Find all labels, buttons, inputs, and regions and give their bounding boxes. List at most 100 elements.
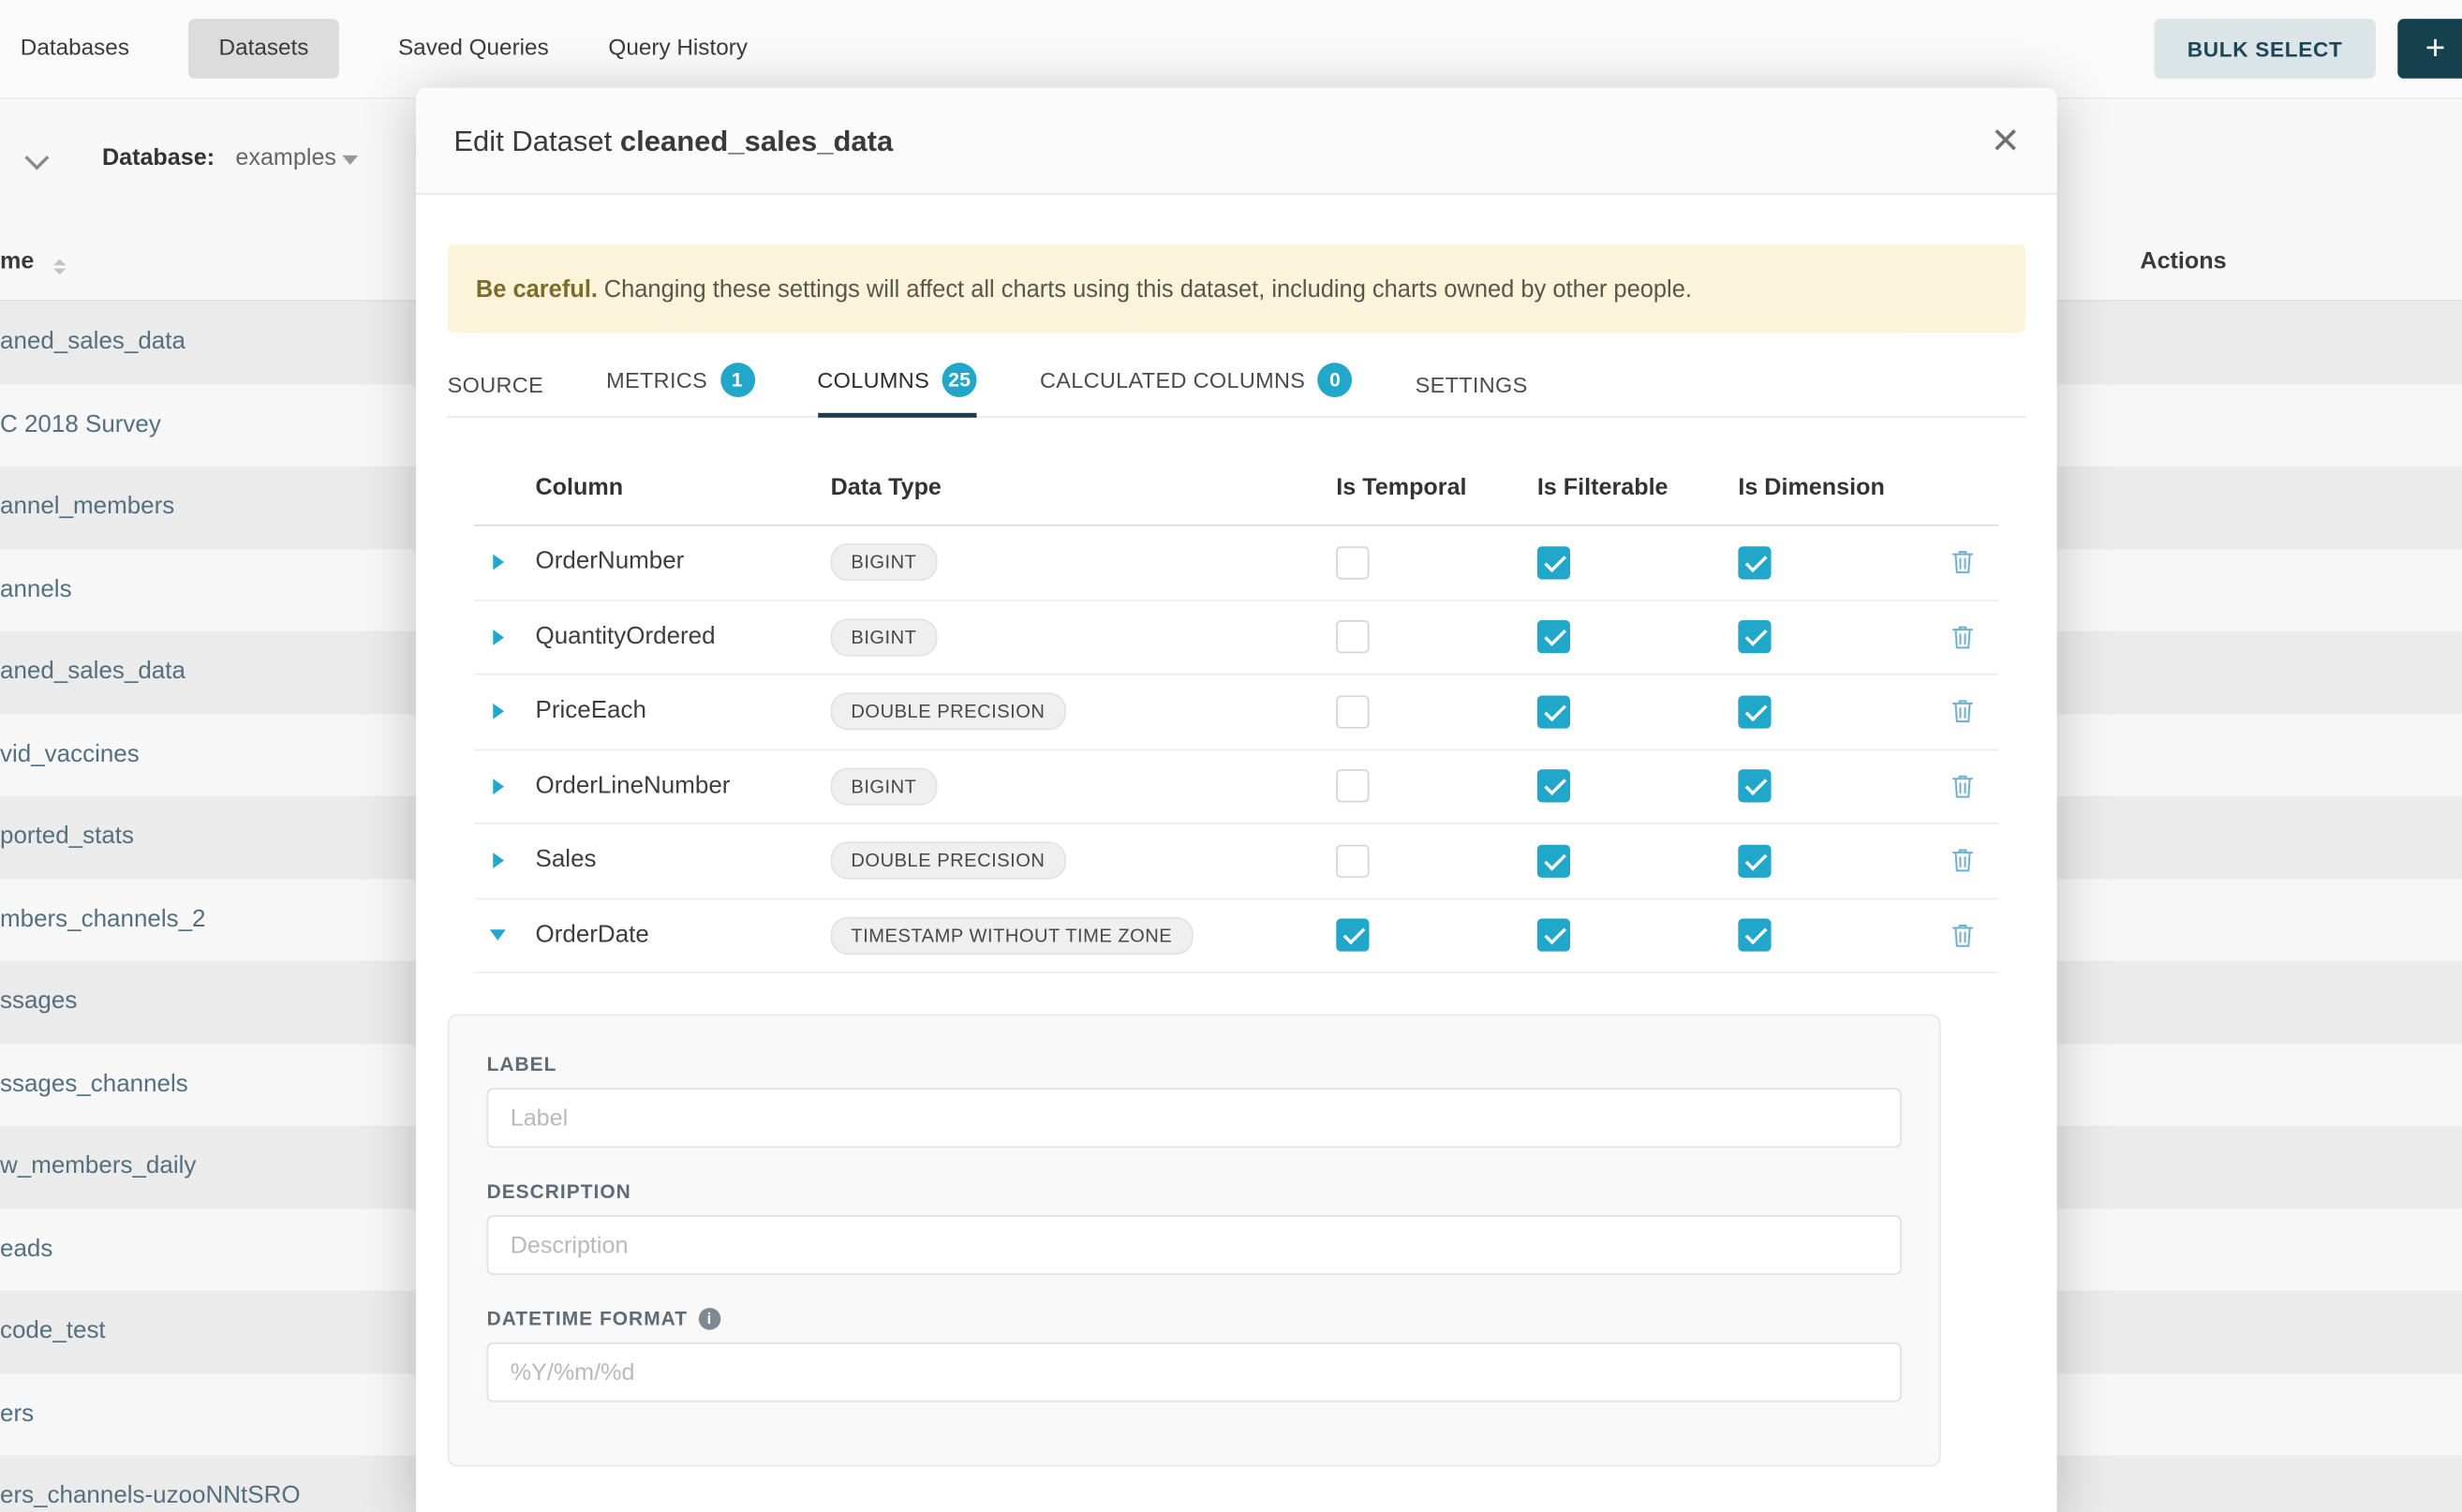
delete-column-icon[interactable] — [1950, 923, 1972, 948]
warning-bold-text: Be careful. — [476, 275, 598, 302]
field-label-text: DATETIME FORMAT — [487, 1308, 688, 1329]
data-type-pill: TIMESTAMP WITHOUT TIME ZONE — [831, 916, 1193, 954]
is-temporal-checkbox[interactable] — [1336, 919, 1369, 952]
name-column-header[interactable]: me — [0, 248, 34, 274]
nav-tab-query-history[interactable]: Query History — [608, 19, 748, 79]
label-field-group: LABEL — [487, 1054, 1902, 1149]
dataset-name-link[interactable]: code_test — [0, 1318, 106, 1346]
edit-dataset-modal: Edit Dataset cleaned_sales_data × Be car… — [416, 88, 2056, 1512]
field-label-text: LABEL — [487, 1054, 557, 1075]
is-filterable-checkbox[interactable] — [1537, 770, 1570, 803]
chevron-down-icon[interactable] — [342, 156, 358, 165]
field-label-text: DESCRIPTION — [487, 1180, 631, 1202]
columns-table: Column Data Type Is Temporal Is Filterab… — [474, 449, 1998, 973]
top-nav: Databases Datasets Saved Queries Query H… — [0, 0, 2462, 99]
table-row: PriceEach DOUBLE PRECISION — [474, 675, 1998, 750]
is-filterable-checkbox[interactable] — [1537, 844, 1570, 877]
expand-caret-icon[interactable] — [492, 778, 503, 794]
datetime-format-field-group: DATETIME FORMAT i — [487, 1308, 1902, 1402]
nav-tabs: Databases Datasets Saved Queries Query H… — [0, 0, 2462, 97]
delete-column-icon[interactable] — [1950, 625, 1972, 650]
dataset-name-link[interactable]: annel_members — [0, 494, 174, 522]
modal-tabs: SOURCE METRICS 1 COLUMNS 25 CALCULATED C… — [448, 363, 2025, 418]
nav-tab-saved-queries[interactable]: Saved Queries — [398, 19, 549, 79]
is-dimension-checkbox[interactable] — [1738, 770, 1771, 803]
tab-source[interactable]: SOURCE — [448, 372, 543, 418]
is-dimension-checkbox[interactable] — [1738, 620, 1771, 653]
tab-label: METRICS — [606, 367, 707, 393]
table-row: QuantityOrdered BIGINT — [474, 600, 1998, 675]
is-dimension-checkbox[interactable] — [1738, 695, 1771, 728]
dataset-name-link[interactable]: ssages_channels — [0, 1071, 188, 1099]
collapse-caret-icon[interactable] — [490, 930, 506, 941]
data-type-pill: BIGINT — [831, 767, 938, 805]
columns-count-badge: 25 — [942, 363, 977, 397]
expand-caret-icon[interactable] — [492, 630, 503, 645]
is-temporal-checkbox[interactable] — [1336, 546, 1369, 579]
expand-caret-icon[interactable] — [492, 555, 503, 571]
is-filterable-header: Is Filterable — [1523, 473, 1725, 499]
dataset-name-link[interactable]: C 2018 Survey — [0, 411, 161, 439]
description-input[interactable] — [487, 1215, 1902, 1275]
dataset-name-link[interactable]: ssages — [0, 988, 77, 1016]
dataset-name-link[interactable]: w_members_daily — [0, 1153, 196, 1181]
tab-metrics[interactable]: METRICS 1 — [606, 363, 754, 418]
is-dimension-checkbox[interactable] — [1738, 546, 1771, 579]
tab-columns[interactable]: COLUMNS 25 — [817, 363, 977, 418]
delete-column-icon[interactable] — [1950, 848, 1972, 873]
tab-settings[interactable]: SETTINGS — [1416, 372, 1528, 418]
sort-icon[interactable] — [53, 253, 66, 281]
is-dimension-checkbox[interactable] — [1738, 844, 1771, 877]
dataset-name-link[interactable]: ported_stats — [0, 823, 134, 852]
description-field-group: DESCRIPTION — [487, 1180, 1902, 1275]
dataset-name-link[interactable]: eads — [0, 1236, 52, 1264]
data-type-pill: BIGINT — [831, 543, 938, 581]
add-dataset-button[interactable]: + — [2397, 19, 2462, 79]
expand-caret-icon[interactable] — [492, 704, 503, 719]
is-filterable-checkbox[interactable] — [1537, 546, 1570, 579]
dataset-name-link[interactable]: ers — [0, 1401, 34, 1429]
column-name: OrderNumber — [521, 548, 830, 576]
modal-title-dataset-name: cleaned_sales_data — [620, 124, 893, 156]
nav-tab-databases[interactable]: Databases — [21, 19, 129, 79]
nav-tab-datasets[interactable]: Datasets — [189, 19, 339, 79]
is-filterable-checkbox[interactable] — [1537, 620, 1570, 653]
close-icon[interactable]: × — [1992, 117, 2019, 164]
column-name: OrderDate — [521, 921, 830, 949]
expand-caret-icon[interactable] — [492, 852, 503, 868]
column-name: PriceEach — [521, 698, 830, 726]
is-dimension-checkbox[interactable] — [1738, 919, 1771, 952]
screen: Databases Datasets Saved Queries Query H… — [0, 0, 2462, 1512]
is-temporal-checkbox[interactable] — [1336, 770, 1369, 803]
tab-label: SOURCE — [448, 372, 543, 397]
dataset-name-link[interactable]: aned_sales_data — [0, 659, 185, 687]
collapse-chevron-icon[interactable] — [24, 145, 49, 170]
info-icon[interactable]: i — [699, 1308, 720, 1329]
is-filterable-checkbox[interactable] — [1537, 919, 1570, 952]
database-filter-select[interactable]: examples — [235, 144, 336, 170]
bulk-select-button[interactable]: BULK SELECT — [2154, 19, 2375, 79]
datetime-format-input[interactable] — [487, 1342, 1902, 1402]
dataset-name-link[interactable]: annels — [0, 576, 72, 604]
delete-column-icon[interactable] — [1950, 699, 1972, 724]
delete-column-icon[interactable] — [1950, 774, 1972, 799]
data-type-pill: DOUBLE PRECISION — [831, 842, 1066, 880]
label-field-label: LABEL — [487, 1054, 1902, 1075]
database-filter-label: Database: — [102, 144, 215, 170]
delete-column-icon[interactable] — [1950, 550, 1972, 575]
label-input[interactable] — [487, 1088, 1902, 1148]
modal-title-prefix: Edit Dataset — [453, 124, 612, 156]
dataset-name-link[interactable]: vid_vaccines — [0, 741, 140, 769]
is-temporal-checkbox[interactable] — [1336, 844, 1369, 877]
data-type-header: Data Type — [831, 473, 1323, 499]
dataset-name-link[interactable]: aned_sales_data — [0, 329, 185, 357]
column-name: Sales — [521, 847, 830, 875]
column-detail-panel: LABEL DESCRIPTION DATETIME FORMAT i — [448, 1015, 1941, 1467]
tab-calculated-columns[interactable]: CALCULATED COLUMNS 0 — [1040, 363, 1353, 418]
dataset-name-link[interactable]: mbers_channels_2 — [0, 906, 206, 934]
is-filterable-checkbox[interactable] — [1537, 695, 1570, 728]
tab-label: CALCULATED COLUMNS — [1040, 367, 1305, 393]
dataset-name-link[interactable]: ers_channels-uzooNNtSRO — [0, 1483, 301, 1511]
is-temporal-checkbox[interactable] — [1336, 620, 1369, 653]
is-temporal-checkbox[interactable] — [1336, 695, 1369, 728]
